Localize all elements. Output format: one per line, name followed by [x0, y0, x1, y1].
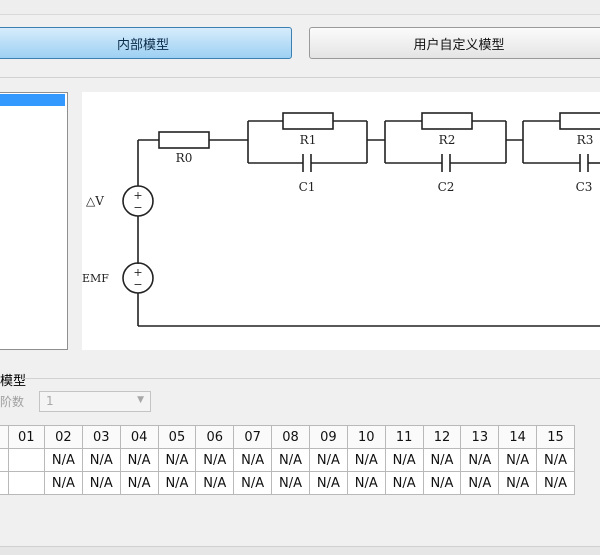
custom-model-button[interactable]: 用户自定义模型	[309, 27, 600, 59]
chevron-down-icon[interactable]: ▼	[137, 395, 144, 405]
table-cell[interactable]: N/A	[422, 448, 462, 472]
row-header	[0, 471, 9, 495]
label-r1: R1	[300, 133, 317, 147]
table-cell[interactable]: N/A	[271, 448, 310, 472]
circuit-diagram: + − + − R0 R1 R2 R3 C1 C2 C3 △V EMF	[82, 112, 600, 327]
table-cell[interactable]: N/A	[422, 471, 462, 495]
table-row: N/A N/A N/A N/A N/A N/A N/A N/A N/A N/A …	[0, 448, 575, 472]
section-title: 模型	[0, 374, 27, 389]
table-cell[interactable]: N/A	[81, 448, 121, 472]
column-header: 03	[81, 425, 121, 449]
table-cell[interactable]: N/A	[346, 471, 386, 495]
label-r3: R3	[577, 133, 594, 147]
row-header-corner	[0, 425, 9, 449]
section-divider	[24, 378, 600, 379]
resistor-r3	[559, 112, 600, 130]
table-cell[interactable]: N/A	[384, 471, 424, 495]
row-header	[0, 448, 9, 472]
label-r0: R0	[176, 151, 193, 165]
table-cell[interactable]	[7, 448, 45, 472]
table-header-row: 01 02 03 04 05 06 07 08 09 10 11 12 13 1…	[0, 425, 575, 449]
label-delta-v: △V	[86, 194, 104, 208]
resistor-r2	[421, 112, 473, 130]
table-cell[interactable]: N/A	[119, 471, 159, 495]
minus-sign-emf: −	[133, 278, 142, 291]
column-header: 11	[384, 425, 424, 449]
column-header: 06	[195, 425, 235, 449]
table-cell[interactable]: N/A	[81, 471, 121, 495]
table-cell[interactable]: N/A	[195, 471, 235, 495]
table-cell[interactable]: N/A	[43, 471, 83, 495]
table-row: N/A N/A N/A N/A N/A N/A N/A N/A N/A N/A …	[0, 471, 575, 495]
resistor-r1	[282, 112, 334, 130]
model-list[interactable]	[0, 92, 68, 350]
table-cell[interactable]: N/A	[498, 471, 538, 495]
table-cell[interactable]: N/A	[308, 471, 348, 495]
label-emf: EMF	[82, 272, 109, 285]
table-cell[interactable]: N/A	[119, 448, 159, 472]
table-cell[interactable]	[7, 471, 45, 495]
resistor-r0	[158, 131, 210, 149]
column-header: 13	[460, 425, 500, 449]
column-header: 05	[157, 425, 197, 449]
label-c3: C3	[576, 180, 593, 194]
table-cell[interactable]: N/A	[233, 448, 273, 472]
table-cell[interactable]: N/A	[233, 471, 273, 495]
column-header: 14	[498, 425, 538, 449]
table-cell[interactable]: N/A	[308, 448, 348, 472]
table-cell[interactable]: N/A	[43, 448, 83, 472]
table-cell[interactable]: N/A	[157, 448, 197, 472]
order-select[interactable]: 1 ▼	[39, 391, 151, 412]
table-cell[interactable]: N/A	[498, 448, 538, 472]
table-cell[interactable]: N/A	[536, 448, 575, 472]
table-cell[interactable]: N/A	[384, 448, 424, 472]
list-item-selected[interactable]	[0, 94, 65, 106]
table-cell[interactable]: N/A	[536, 471, 575, 495]
table-cell[interactable]: N/A	[271, 471, 310, 495]
order-select-value: 1	[46, 394, 54, 408]
top-strip	[0, 0, 600, 15]
table-cell[interactable]: N/A	[195, 448, 235, 472]
internal-model-button[interactable]: 内部模型	[0, 27, 292, 59]
column-header: 12	[422, 425, 462, 449]
table-cell[interactable]: N/A	[460, 448, 500, 472]
column-header: 07	[233, 425, 273, 449]
column-header: 02	[43, 425, 83, 449]
column-header: 08	[271, 425, 310, 449]
label-c1: C1	[299, 180, 316, 194]
minus-sign-dv: −	[133, 201, 142, 214]
order-label: 阶数	[0, 395, 25, 409]
column-header: 09	[308, 425, 348, 449]
column-header: 04	[119, 425, 159, 449]
circuit-diagram-panel: + − + − R0 R1 R2 R3 C1 C2 C3 △V EMF	[82, 92, 600, 350]
table-cell[interactable]: N/A	[460, 471, 500, 495]
column-header: 01	[7, 425, 45, 449]
column-header: 10	[346, 425, 386, 449]
table-cell[interactable]: N/A	[157, 471, 197, 495]
column-header: 15	[536, 425, 575, 449]
label-c2: C2	[438, 180, 455, 194]
table-cell[interactable]: N/A	[346, 448, 386, 472]
label-r2: R2	[439, 133, 456, 147]
parameter-table: 01 02 03 04 05 06 07 08 09 10 11 12 13 1…	[0, 425, 575, 495]
